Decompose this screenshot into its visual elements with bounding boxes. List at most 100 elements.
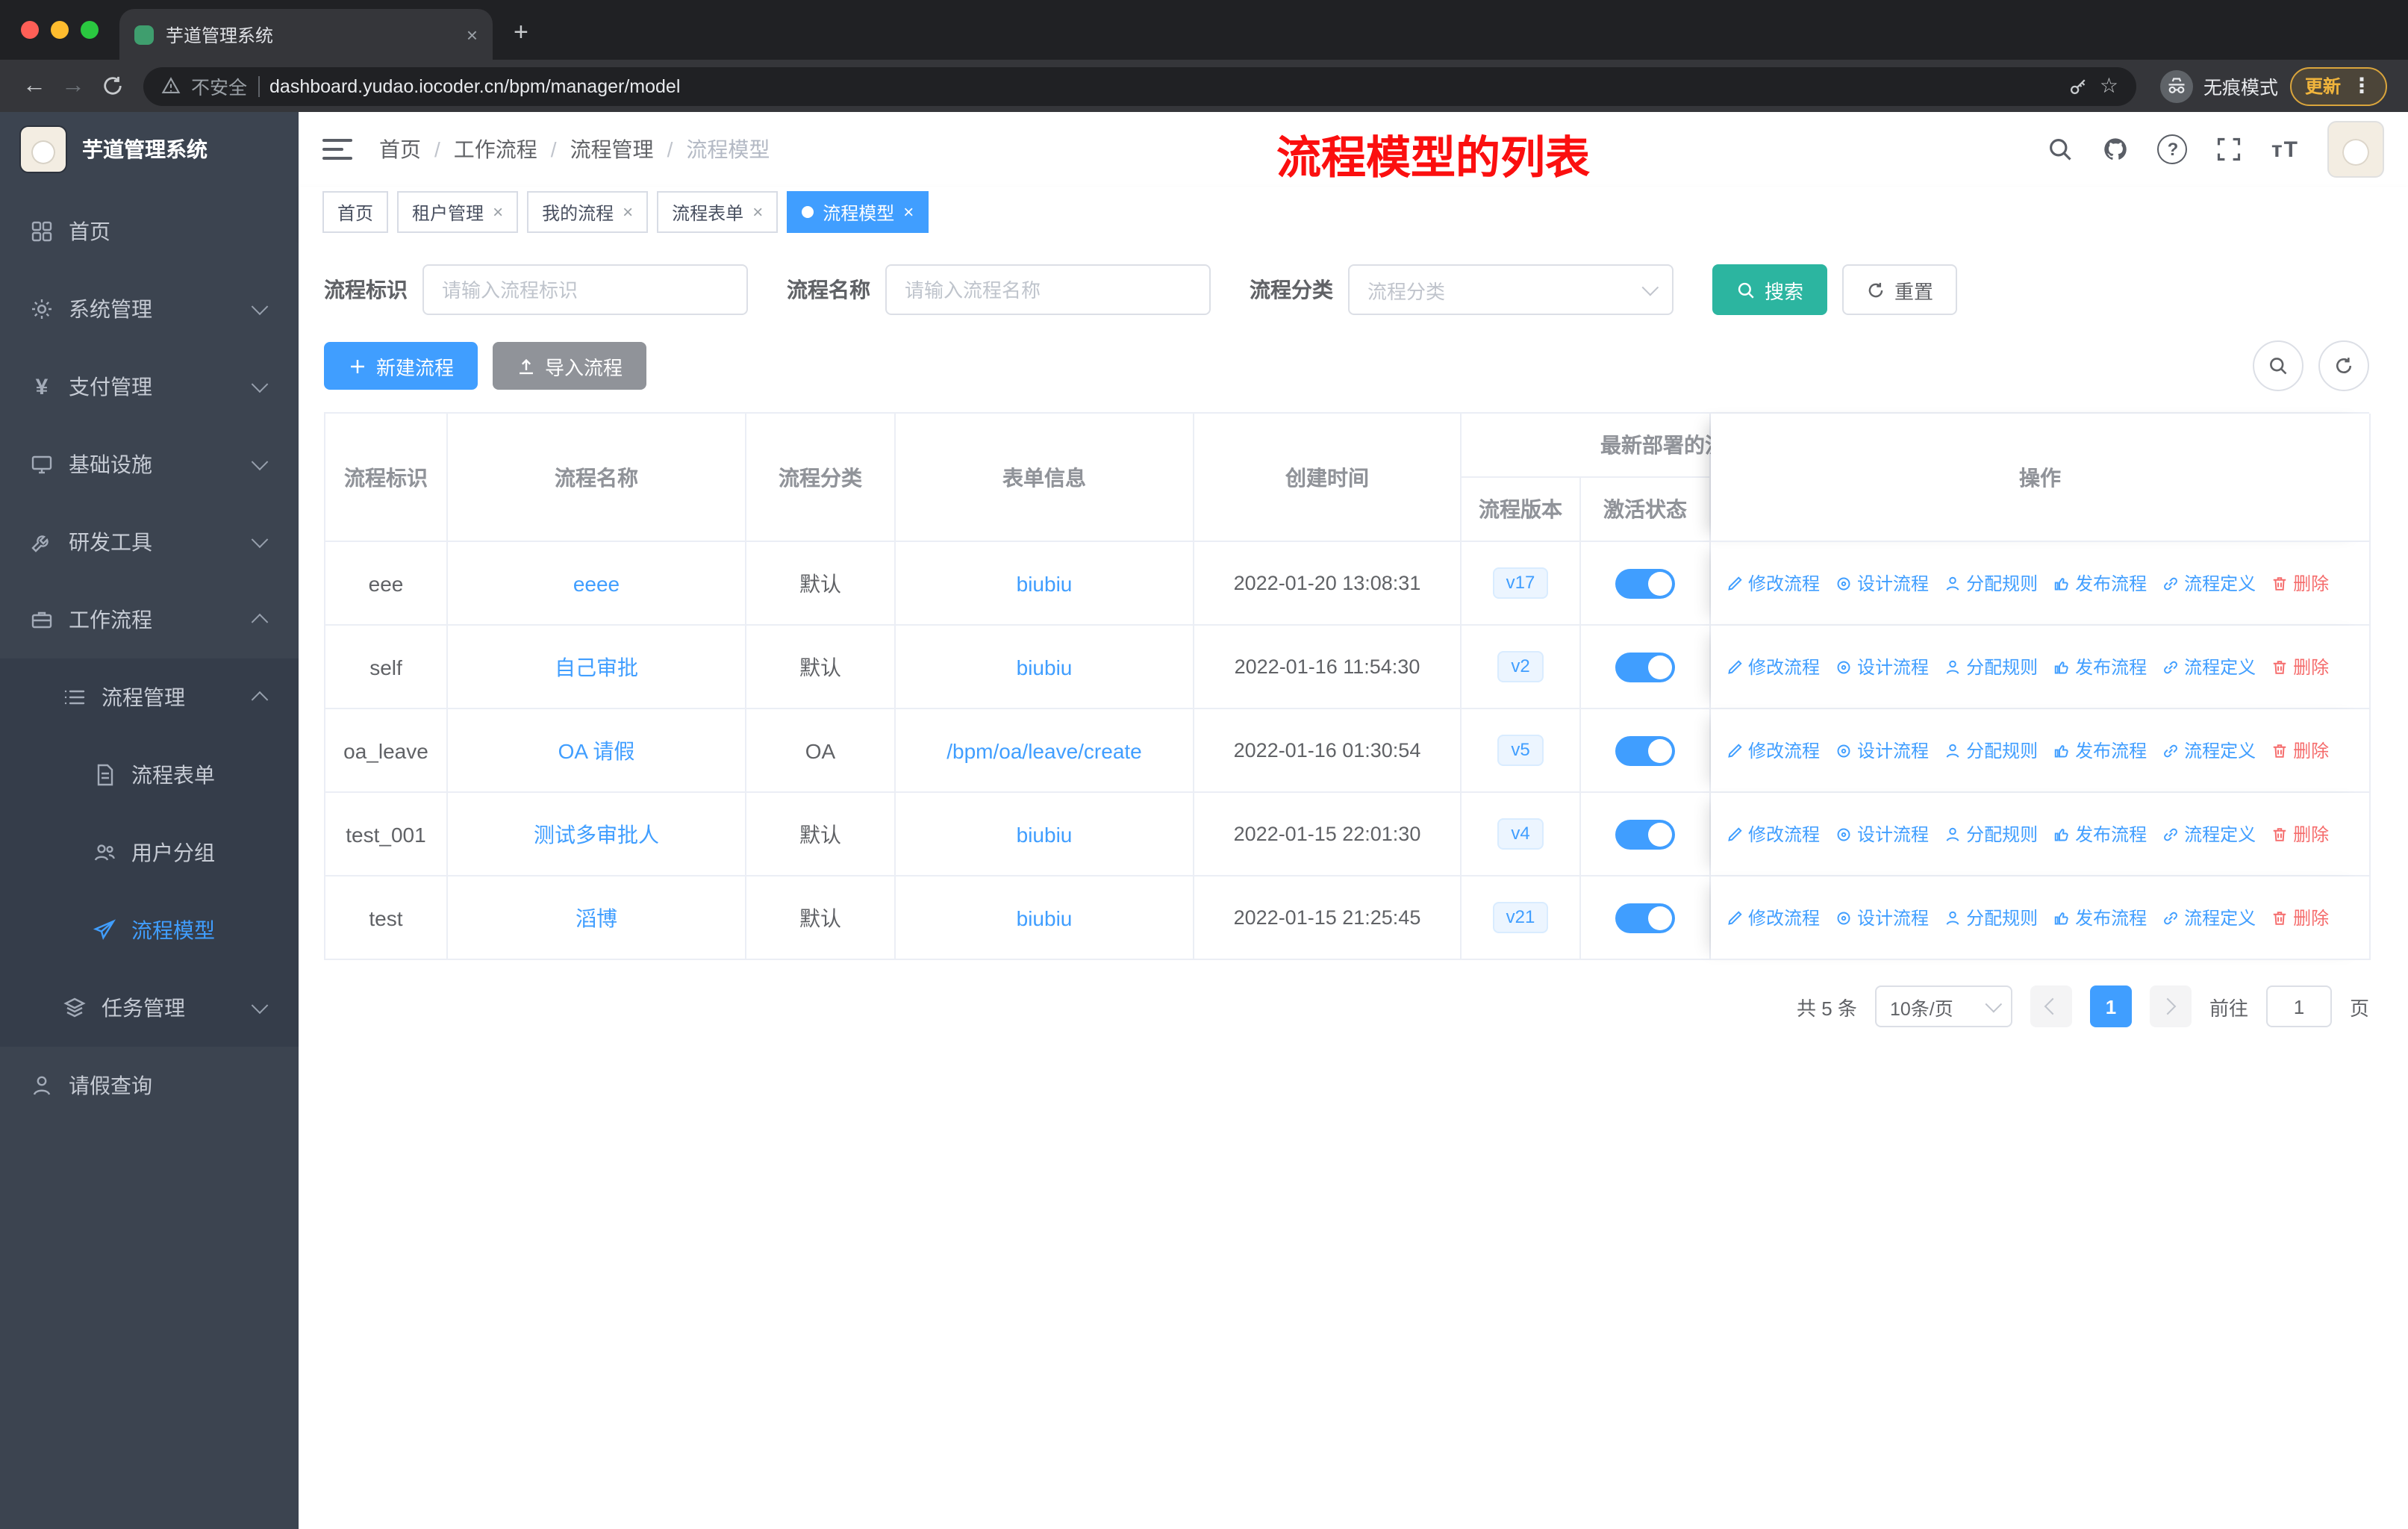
refresh-table-button[interactable]	[2318, 340, 2369, 391]
form-link[interactable]: biubiu	[1017, 822, 1073, 846]
version-tag[interactable]: v2	[1497, 650, 1544, 683]
sidebar-item-home[interactable]: 首页	[0, 193, 299, 270]
process-definition-link[interactable]: 流程定义	[2162, 738, 2256, 763]
form-link[interactable]: biubiu	[1017, 906, 1073, 929]
design-process-link[interactable]: 设计流程	[1835, 654, 1929, 679]
assign-rule-link[interactable]: 分配规则	[1944, 821, 2038, 847]
import-process-button[interactable]: 导入流程	[493, 342, 647, 390]
avatar[interactable]	[2327, 121, 2384, 178]
assign-rule-link[interactable]: 分配规则	[1944, 654, 2038, 679]
search-icon[interactable]	[2047, 136, 2074, 163]
edit-process-link[interactable]: 修改流程	[1726, 654, 1820, 679]
minimize-window-button[interactable]	[51, 21, 69, 39]
design-process-link[interactable]: 设计流程	[1835, 738, 1929, 763]
breadcrumb-item[interactable]: 工作流程	[454, 134, 537, 164]
forward-button[interactable]	[54, 66, 93, 105]
github-icon[interactable]	[2103, 136, 2130, 163]
tag-home[interactable]: 首页	[322, 191, 389, 233]
tab-close-icon[interactable]	[467, 25, 478, 44]
sidebar-item-task-manage[interactable]: 任务管理	[0, 969, 299, 1047]
sidebar-item-user-group[interactable]: 用户分组	[0, 814, 299, 891]
process-definition-link[interactable]: 流程定义	[2162, 570, 2256, 596]
process-definition-link[interactable]: 流程定义	[2162, 905, 2256, 930]
publish-process-link[interactable]: 发布流程	[2053, 738, 2147, 763]
sidebar-item-devtools[interactable]: 研发工具	[0, 503, 299, 581]
model-name-link[interactable]: eeee	[573, 571, 620, 595]
delete-link[interactable]: 删除	[2271, 570, 2329, 596]
status-toggle[interactable]	[1615, 652, 1675, 682]
assign-rule-link[interactable]: 分配规则	[1944, 570, 2038, 596]
version-tag[interactable]: v4	[1497, 818, 1544, 850]
status-toggle[interactable]	[1615, 819, 1675, 849]
reload-button[interactable]	[93, 66, 131, 105]
assign-rule-link[interactable]: 分配规则	[1944, 905, 2038, 930]
process-definition-link[interactable]: 流程定义	[2162, 821, 2256, 847]
edit-process-link[interactable]: 修改流程	[1726, 570, 1820, 596]
key-icon[interactable]	[2068, 75, 2089, 96]
browser-menu-icon[interactable]	[2351, 73, 2372, 99]
delete-link[interactable]: 删除	[2271, 654, 2329, 679]
publish-process-link[interactable]: 发布流程	[2053, 905, 2147, 930]
assign-rule-link[interactable]: 分配规则	[1944, 738, 2038, 763]
process-name-input[interactable]	[885, 264, 1211, 315]
tag-process-model[interactable]: 流程模型	[787, 191, 929, 233]
tag-close-icon[interactable]	[903, 203, 914, 221]
tag-close-icon[interactable]	[493, 203, 503, 221]
model-name-link[interactable]: 测试多审批人	[534, 819, 659, 849]
design-process-link[interactable]: 设计流程	[1835, 570, 1929, 596]
status-toggle[interactable]	[1615, 568, 1675, 598]
version-tag[interactable]: v5	[1497, 734, 1544, 767]
back-button[interactable]	[15, 66, 54, 105]
design-process-link[interactable]: 设计流程	[1835, 905, 1929, 930]
form-link[interactable]: biubiu	[1017, 571, 1073, 595]
collapse-sidebar-icon[interactable]	[322, 137, 352, 161]
address-bar[interactable]: 不安全 dashboard.yudao.iocoder.cn/bpm/manag…	[143, 66, 2136, 105]
form-link[interactable]: biubiu	[1017, 655, 1073, 679]
process-category-select[interactable]: 流程分类	[1348, 264, 1674, 315]
help-icon[interactable]	[2157, 134, 2188, 164]
reset-button[interactable]: 重置	[1842, 264, 1958, 315]
sidebar-item-process-manage[interactable]: 流程管理	[0, 658, 299, 736]
sidebar-item-system[interactable]: 系统管理	[0, 270, 299, 348]
breadcrumb-item[interactable]: 流程管理	[570, 134, 654, 164]
publish-process-link[interactable]: 发布流程	[2053, 821, 2147, 847]
delete-link[interactable]: 删除	[2271, 738, 2329, 763]
sidebar-item-leave-query[interactable]: 请假查询	[0, 1047, 299, 1124]
bookmark-star-icon[interactable]	[2100, 73, 2118, 99]
edit-process-link[interactable]: 修改流程	[1726, 738, 1820, 763]
publish-process-link[interactable]: 发布流程	[2053, 654, 2147, 679]
close-window-button[interactable]	[21, 21, 39, 39]
version-tag[interactable]: v21	[1492, 901, 1549, 934]
status-toggle[interactable]	[1615, 735, 1675, 765]
design-process-link[interactable]: 设计流程	[1835, 821, 1929, 847]
zoom-window-button[interactable]	[81, 21, 99, 39]
delete-link[interactable]: 删除	[2271, 905, 2329, 930]
sidebar-item-process-form[interactable]: 流程表单	[0, 736, 299, 814]
prev-page-button[interactable]	[2030, 985, 2072, 1027]
goto-page-input[interactable]	[2265, 985, 2332, 1027]
model-name-link[interactable]: OA 请假	[558, 735, 635, 765]
form-link[interactable]: /bpm/oa/leave/create	[946, 738, 1142, 762]
edit-process-link[interactable]: 修改流程	[1726, 821, 1820, 847]
process-definition-link[interactable]: 流程定义	[2162, 654, 2256, 679]
toggle-search-button[interactable]	[2253, 340, 2303, 391]
fullscreen-icon[interactable]	[2216, 136, 2243, 163]
breadcrumb-item[interactable]: 首页	[379, 134, 421, 164]
search-button[interactable]: 搜索	[1712, 264, 1828, 315]
tag-my-process[interactable]: 我的流程	[527, 191, 649, 233]
page-size-select[interactable]: 10条/页	[1874, 985, 2012, 1027]
browser-tab[interactable]: 芋道管理系统	[119, 9, 493, 60]
version-tag[interactable]: v17	[1492, 567, 1549, 600]
tag-tenant[interactable]: 租户管理	[397, 191, 519, 233]
sidebar-item-payment[interactable]: 支付管理	[0, 348, 299, 426]
tag-close-icon[interactable]	[752, 203, 763, 221]
edit-process-link[interactable]: 修改流程	[1726, 905, 1820, 930]
tag-process-form[interactable]: 流程表单	[657, 191, 779, 233]
delete-link[interactable]: 删除	[2271, 821, 2329, 847]
browser-update-button[interactable]: 更新	[2289, 66, 2387, 105]
font-size-icon[interactable]	[2271, 137, 2299, 162]
status-toggle[interactable]	[1615, 903, 1675, 932]
model-name-link[interactable]: 自己审批	[555, 652, 638, 682]
new-tab-button[interactable]	[514, 18, 528, 48]
sidebar-item-process-model[interactable]: 流程模型	[0, 891, 299, 969]
